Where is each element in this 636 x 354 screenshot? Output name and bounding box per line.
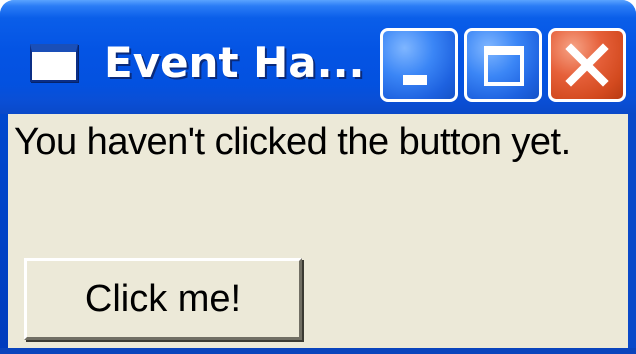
title-bar[interactable]: Event Ha...	[0, 0, 636, 114]
maximize-button[interactable]	[464, 28, 542, 102]
click-me-button[interactable]: Click me!	[24, 258, 302, 340]
window-icon	[30, 44, 78, 82]
status-label: You haven't clicked the button yet.	[14, 121, 571, 163]
window-frame-right	[628, 114, 636, 354]
maximize-icon	[484, 46, 524, 86]
minimize-button[interactable]	[380, 28, 458, 102]
close-icon	[565, 43, 609, 87]
window-title: Event Ha...	[104, 38, 365, 87]
app-window: Event Ha... You haven't clicked the butt…	[0, 0, 636, 354]
window-frame-bottom	[0, 348, 636, 354]
minimize-icon	[403, 75, 427, 85]
close-button[interactable]	[548, 28, 626, 102]
